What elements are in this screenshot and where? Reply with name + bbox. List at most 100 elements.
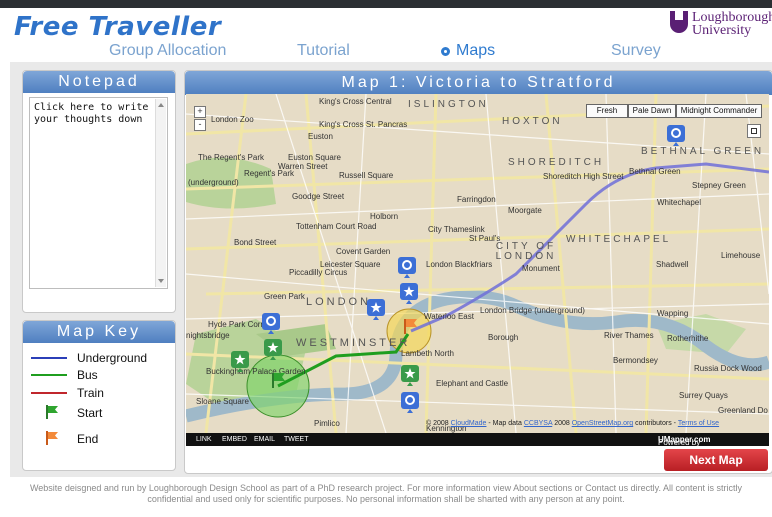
terms-of-use-link[interactable]: Terms of Use [678, 420, 719, 427]
next-map-button[interactable]: Next Map [664, 449, 768, 471]
map-toolbar: LINK EMBED EMAIL TWEET Powered by UMappe… [186, 433, 769, 447]
map-label: Bethnal Green [629, 167, 681, 176]
map-label: CITY OF LONDON [495, 241, 557, 262]
university-shield-icon [670, 11, 688, 33]
map-label: Farringdon [457, 195, 496, 204]
map-label: Wapping [657, 309, 689, 318]
end-flag-icon[interactable] [402, 318, 418, 334]
notepad-panel: Notepad Click here to write your thought… [22, 70, 176, 313]
style-fresh-button[interactable]: Fresh [586, 104, 628, 118]
top-bar [0, 0, 772, 8]
map-label: SHOREDITCH [508, 157, 605, 168]
map-label: nightsbridge [186, 331, 230, 340]
map-label: BETHNAL GREEN [641, 146, 765, 157]
footer: Website deisgned and run by Loughborough… [0, 483, 772, 505]
maps-active-icon [441, 47, 450, 56]
map-label: Surrey Quays [679, 391, 728, 400]
underground-station-marker-icon[interactable] [666, 124, 686, 146]
start-flag-icon [46, 405, 58, 419]
nav-tutorial[interactable]: Tutorial [297, 42, 350, 60]
key-bus-label: Bus [77, 368, 98, 382]
email-button[interactable]: EMAIL [254, 436, 275, 443]
bus-stop-marker-icon[interactable] [230, 350, 250, 372]
map-label: Bond Street [234, 238, 277, 247]
footer-line-2: confidential and used only for scientifi… [147, 494, 625, 504]
university-name-line2: University [692, 23, 752, 38]
nav-group-allocation[interactable]: Group Allocation [109, 42, 226, 60]
map-label: Sloane Square [196, 397, 249, 406]
map-label: Tottenham Court Road [296, 222, 377, 231]
map-label: King's Cross Central [319, 97, 392, 106]
style-midnight-commander-button[interactable]: Midnight Commander [676, 104, 762, 118]
map-label: HOXTON [502, 116, 563, 127]
map-label: Green Park [264, 292, 305, 301]
map-label: Goodge Street [292, 192, 345, 201]
map-canvas[interactable]: King's Cross Central ISLINGTON HOXTON Lo… [186, 94, 769, 433]
footer-line-1: Website deisgned and run by Loughborough… [29, 483, 743, 493]
key-start-label: Start [77, 406, 103, 420]
map-label: Piccadilly Circus [289, 268, 348, 277]
key-underground-label: Underground [77, 351, 148, 365]
powered-by-label: Powered by UMapper.com [658, 435, 710, 447]
start-flag-icon[interactable] [270, 372, 286, 388]
free-traveller-logo[interactable]: Free Traveller [14, 12, 221, 42]
map-label: Shadwell [656, 260, 689, 269]
openstreetmap-link[interactable]: OpenStreetMap.org [572, 420, 633, 427]
scroll-up-icon[interactable] [158, 103, 164, 107]
map-label: Pimlico [314, 419, 340, 428]
map-label: Covent Garden [336, 247, 391, 256]
map-label: London Bridge (underground) [480, 306, 585, 315]
underground-station-marker-icon[interactable] [400, 391, 420, 413]
cloudmade-link[interactable]: CloudMade [451, 420, 487, 427]
map-label: Buckingham Palace Garden [206, 367, 306, 376]
link-button[interactable]: LINK [196, 436, 212, 443]
embed-button[interactable]: EMBED [222, 436, 247, 443]
underground-line-swatch [31, 357, 67, 359]
map-label: River Thames [604, 331, 654, 340]
attribution-text: - Map data [488, 420, 522, 427]
fullscreen-icon[interactable] [747, 124, 761, 138]
style-pale-dawn-button[interactable]: Pale Dawn [628, 104, 676, 118]
end-flag-icon [46, 431, 58, 445]
train-line-swatch [31, 392, 67, 394]
map-label: Whitechapel [657, 198, 702, 207]
bus-stop-marker-icon[interactable] [263, 338, 283, 360]
nav-survey[interactable]: Survey [611, 42, 661, 60]
underground-station-marker-icon[interactable] [397, 256, 417, 278]
zoom-in-button[interactable]: + [194, 106, 206, 118]
bus-stop-marker-icon[interactable] [400, 364, 420, 386]
attribution-contrib: contributors - [635, 420, 677, 427]
map-label: Euston [308, 132, 333, 141]
map-label: London Zoo [211, 115, 254, 124]
map-label: Bermondsey [613, 356, 658, 365]
nav-maps-label: Maps [456, 42, 496, 59]
powered-by-text: Powered by [658, 438, 701, 447]
tweet-button[interactable]: TWEET [284, 436, 309, 443]
map-label: Borough [488, 333, 519, 342]
ccbysa-link[interactable]: CCBYSA [524, 420, 552, 427]
map-label: (underground) [188, 178, 239, 187]
notepad-textarea[interactable]: Click here to write your thoughts down [29, 97, 168, 289]
underground-station-marker-icon[interactable] [261, 312, 281, 334]
nav-maps[interactable]: Maps [441, 42, 495, 60]
map-label: ISLINGTON [408, 99, 489, 110]
map-label: Regent's Park [244, 169, 294, 178]
map-title: Map 1: Victoria to Stratford [185, 71, 772, 95]
notepad-scrollbar[interactable] [155, 99, 166, 287]
scroll-down-icon[interactable] [158, 279, 164, 283]
map-label: King's Cross St. Pancras [319, 120, 408, 129]
map-label: Elephant and Castle [436, 379, 509, 388]
map-key-title: Map Key [23, 321, 175, 343]
zoom-out-button[interactable]: - [194, 119, 206, 131]
station-star-marker-icon[interactable] [366, 298, 386, 320]
map-label: Moorgate [508, 206, 542, 215]
map-label: Waterloo East [424, 312, 474, 321]
station-star-marker-icon[interactable] [399, 282, 419, 304]
loughborough-university-logo[interactable]: Loughborough University [670, 10, 772, 40]
map-label: Russia Dock Wood [694, 364, 762, 373]
map-label: Stepney Green [692, 181, 746, 190]
map-label: Shoreditch High Street [543, 172, 624, 181]
map-label: LONDON [306, 296, 372, 308]
map-label: Greenland Do [718, 406, 768, 415]
map-label: Holborn [370, 212, 399, 221]
